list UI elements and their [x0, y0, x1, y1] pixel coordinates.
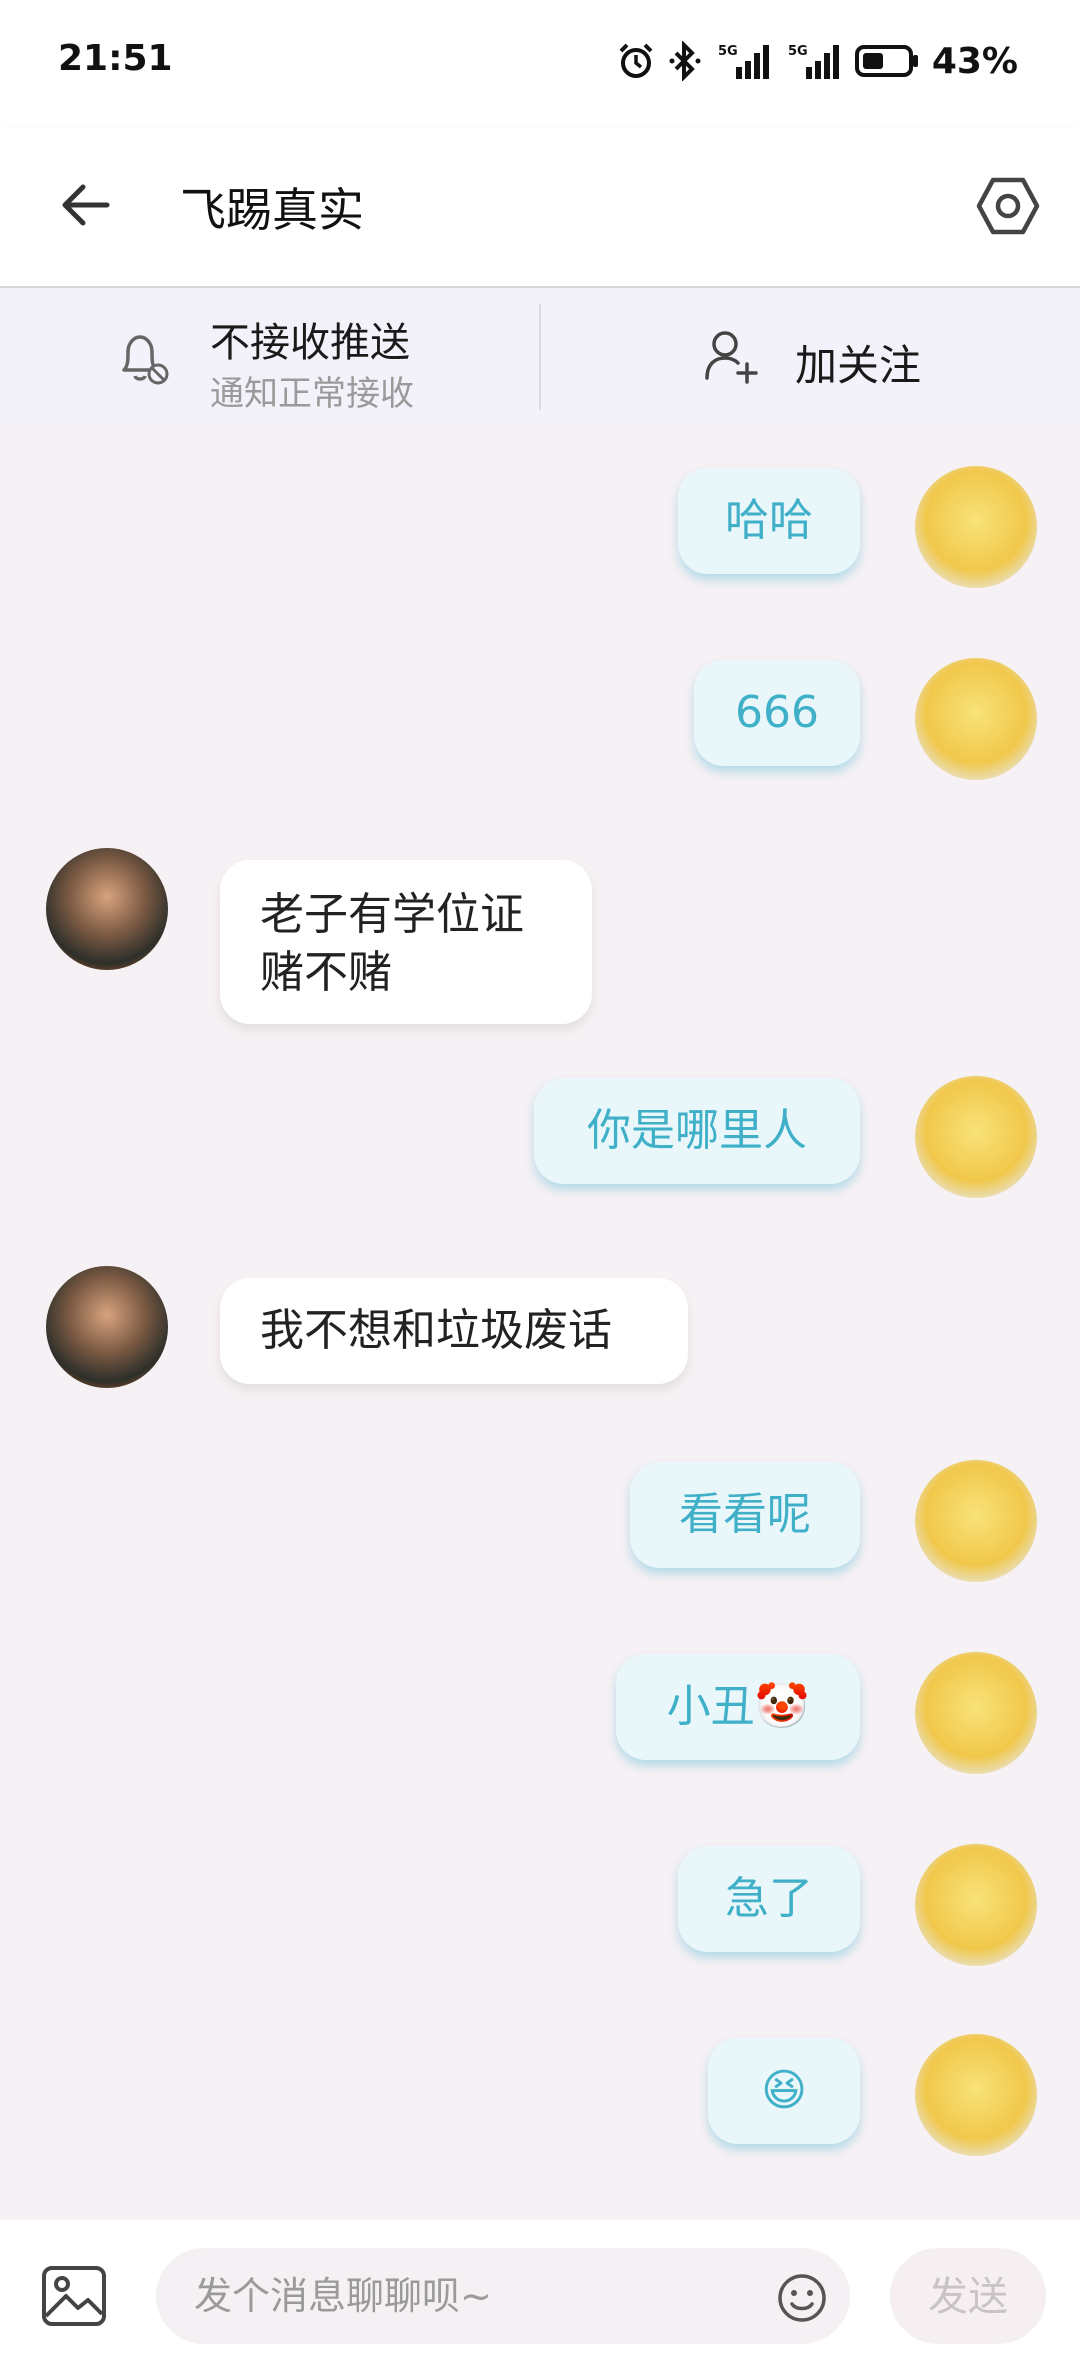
back-button[interactable]	[48, 168, 122, 242]
hexagon-settings-icon	[976, 177, 1040, 235]
message-bubble[interactable]: 😆	[708, 2038, 860, 2144]
message-bubble[interactable]: 看看呢	[630, 1462, 860, 1568]
alarm-icon	[619, 43, 653, 78]
message-bubble[interactable]: 小丑🤡	[616, 1654, 860, 1760]
message-bubble[interactable]: 666	[694, 660, 860, 766]
add-user-icon	[705, 331, 758, 384]
chat-header: 飞踢真实	[0, 128, 1080, 288]
message-bubble[interactable]: 急了	[678, 1846, 860, 1952]
signal-5g-icon: 5G	[788, 44, 839, 79]
message-list[interactable]: 哈哈 666 老子有学位证 赌不赌 你是哪里人 我不想和垃圾废话 看看呢 小丑🤡…	[0, 426, 1080, 2220]
arrow-left-icon	[62, 184, 110, 226]
follow-label: 加关注	[795, 341, 922, 390]
send-button[interactable]: 发送	[890, 2248, 1046, 2344]
signal-5g-icon: 5G	[718, 44, 769, 79]
my-avatar[interactable]	[915, 1652, 1037, 1774]
battery-icon	[854, 45, 918, 77]
my-avatar[interactable]	[915, 658, 1037, 780]
message-bubble[interactable]: 我不想和垃圾废话	[220, 1278, 688, 1384]
bell-off-icon	[122, 335, 169, 385]
message-input[interactable]	[156, 2248, 850, 2344]
input-bar: 发送	[0, 2220, 1080, 2376]
message-bubble[interactable]: 你是哪里人	[534, 1078, 860, 1184]
bluetooth-icon	[669, 41, 701, 81]
my-avatar[interactable]	[915, 1844, 1037, 1966]
my-avatar[interactable]	[915, 2034, 1037, 2156]
mute-push-toggle[interactable]: 不接收推送 通知正常接收	[0, 288, 540, 426]
mute-title: 不接收推送	[210, 320, 410, 366]
settings-button[interactable]	[970, 168, 1046, 244]
contact-avatar[interactable]	[46, 848, 168, 970]
mute-subtitle: 通知正常接收	[210, 374, 414, 414]
status-time: 21:51	[58, 38, 173, 79]
message-bubble[interactable]: 老子有学位证 赌不赌	[220, 860, 592, 1024]
follow-button[interactable]: 加关注	[541, 288, 1080, 426]
status-icons: 5G 5G 43%	[616, 36, 1018, 86]
my-avatar[interactable]	[915, 1460, 1037, 1582]
status-bar: 21:51 5G 5G 43%	[0, 0, 1080, 128]
action-bar: 不接收推送 通知正常接收 加关注	[0, 288, 1080, 426]
svg-text:5G: 5G	[718, 44, 738, 59]
image-button[interactable]	[38, 2260, 110, 2332]
page-title: 飞踢真实	[180, 183, 364, 237]
my-avatar[interactable]	[915, 466, 1037, 588]
image-icon	[42, 2266, 106, 2326]
my-avatar[interactable]	[915, 1076, 1037, 1198]
svg-text:5G: 5G	[788, 44, 808, 59]
contact-avatar[interactable]	[46, 1266, 168, 1388]
smiley-icon	[778, 2274, 826, 2322]
emoji-button[interactable]	[776, 2272, 828, 2324]
battery-percent: 43%	[931, 40, 1018, 82]
message-bubble[interactable]: 哈哈	[678, 468, 860, 574]
